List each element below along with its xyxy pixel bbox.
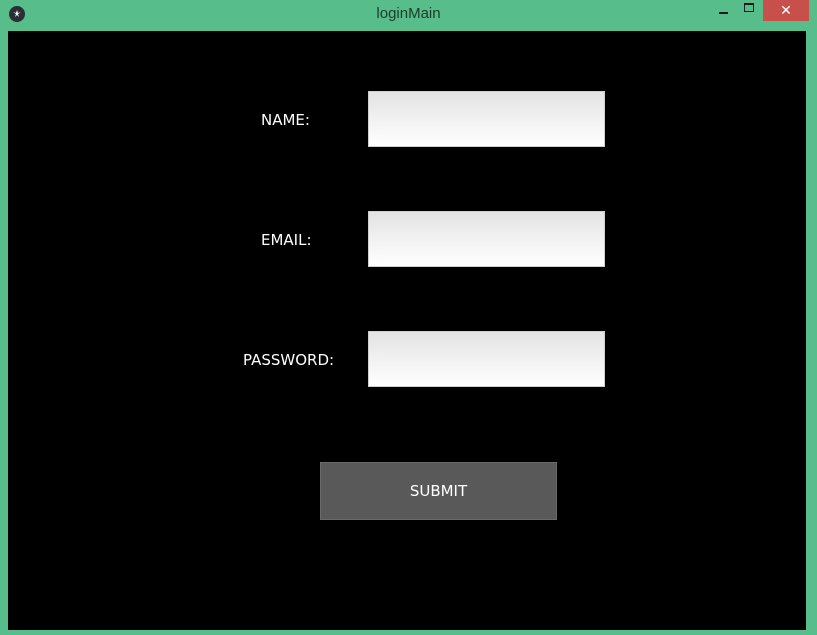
maximize-button[interactable] (737, 0, 761, 21)
maximize-icon (744, 3, 754, 12)
name-field[interactable] (368, 91, 605, 147)
submit-button[interactable]: SUBMIT (320, 462, 557, 520)
login-form: NAME: EMAIL: PASSWORD: SUBMIT (8, 31, 806, 630)
close-button[interactable]: ✕ (763, 0, 809, 21)
minimize-button[interactable] (711, 0, 735, 21)
email-field[interactable] (368, 211, 605, 267)
app-window: loginMain ✕ NAME: EMAIL: PASSWORD: SUBMI… (0, 0, 817, 635)
password-field[interactable] (368, 331, 605, 387)
title-bar[interactable]: loginMain ✕ (0, 0, 817, 30)
minimize-icon (718, 11, 728, 14)
password-label: PASSWORD: (243, 351, 335, 369)
name-label: NAME: (261, 111, 310, 129)
email-label: EMAIL: (261, 231, 312, 249)
window-title: loginMain (376, 5, 441, 22)
close-icon: ✕ (780, 2, 792, 19)
